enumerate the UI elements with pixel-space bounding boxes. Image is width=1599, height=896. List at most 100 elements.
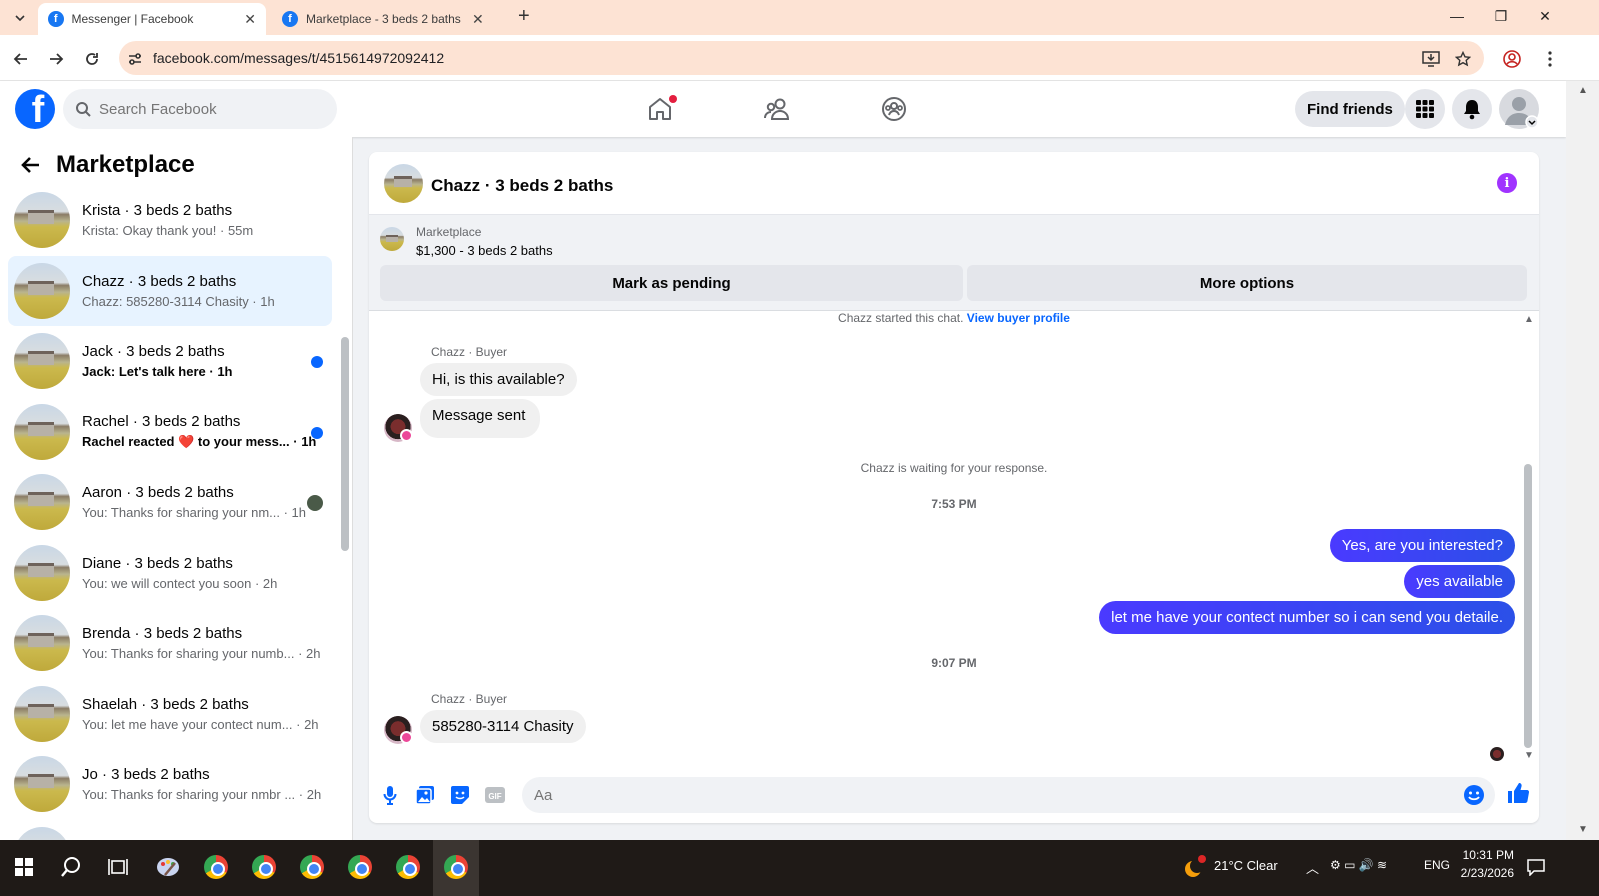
forward-button[interactable] <box>44 47 68 71</box>
listing-banner: Marketplace $1,300 - 3 beds 2 baths Mark… <box>369 215 1539 311</box>
tab-messenger[interactable]: f Messenger | Facebook ✕ <box>38 3 266 35</box>
thumbs-up-icon[interactable] <box>1507 782 1529 804</box>
gif-icon[interactable]: GIF <box>484 784 506 806</box>
nav-home[interactable] <box>640 89 680 129</box>
tray-overflow-icon[interactable]: ︿ <box>1306 858 1319 877</box>
listing-thumbnail <box>14 756 70 813</box>
menu-button[interactable] <box>1405 89 1445 129</box>
groups-icon <box>882 97 906 121</box>
chrome-app-icon[interactable] <box>345 852 375 882</box>
language-indicator[interactable]: ENG <box>1424 858 1450 872</box>
conversation-item[interactable]: Krista · 3 beds 2 baths Krista: Okay than… <box>8 185 332 256</box>
chat-title[interactable]: Chazz · 3 beds 2 baths <box>431 176 613 196</box>
emoji-icon[interactable] <box>1463 784 1485 806</box>
sidebar-scrollbar[interactable] <box>341 337 349 551</box>
scroll-down-arrow-icon[interactable]: ▼ <box>1524 750 1534 761</box>
windows-start-icon[interactable] <box>9 852 39 882</box>
taskbar-search-icon[interactable] <box>56 852 86 882</box>
conversation-name: Jo · 3 beds 2 baths <box>82 766 210 784</box>
close-tab-icon[interactable]: ✕ <box>244 11 256 28</box>
mark-as-pending-button[interactable]: Mark as pending <box>380 265 963 301</box>
task-view-icon[interactable] <box>103 852 133 882</box>
nav-groups[interactable] <box>874 89 914 129</box>
incoming-message[interactable]: Hi, is this available? <box>420 363 577 396</box>
chrome-app-icon[interactable] <box>249 852 279 882</box>
page-scrollbar[interactable]: ▲ ▼ <box>1566 81 1599 840</box>
page-scroll-down-icon[interactable]: ▼ <box>1578 824 1588 835</box>
nav-friends[interactable] <box>757 89 797 129</box>
conversation-item[interactable]: Jack · 3 beds 2 baths Jack: Let's talk he… <box>8 326 332 397</box>
address-bar[interactable]: facebook.com/messages/t/4515614972092412 <box>119 41 1484 75</box>
bookmark-star-icon[interactable] <box>1453 49 1473 69</box>
facebook-logo-icon[interactable]: f <box>15 89 55 129</box>
reload-icon <box>86 53 98 65</box>
chat-listing-thumbnail[interactable] <box>384 164 423 203</box>
clock-date: 2/23/2026 <box>1460 866 1514 880</box>
sender-label: Chazz · Buyer <box>431 692 508 706</box>
scroll-up-arrow-icon[interactable]: ▲ <box>1524 314 1534 325</box>
tray-icons[interactable]: ⚙ ▭ 🔊 ≋ <box>1330 858 1387 872</box>
notifications-button[interactable] <box>1452 89 1492 129</box>
notification-center-icon[interactable] <box>1521 852 1551 882</box>
conversation-item[interactable]: Brenda · 3 beds 2 baths You: Thanks for s… <box>8 608 332 679</box>
outgoing-message[interactable]: let me have your contect number so i can… <box>1099 601 1515 634</box>
weather-text[interactable]: 21°C Clear <box>1214 858 1278 873</box>
conversation-item[interactable]: Aaron · 3 beds 2 baths You: Thanks for sh… <box>8 467 332 538</box>
site-settings-icon[interactable] <box>125 49 145 69</box>
facebook-search[interactable] <box>63 89 337 129</box>
tab-search-dropdown-button[interactable] <box>8 6 32 30</box>
outgoing-message[interactable]: yes available <box>1404 565 1515 598</box>
conversation-item[interactable]: Jo · 3 beds 2 baths You: Thanks for shari… <box>8 749 332 820</box>
conversation-item-partial[interactable] <box>8 820 332 840</box>
new-tab-button[interactable]: + <box>518 5 530 28</box>
conversation-item[interactable]: Shaelah · 3 beds 2 baths You: let me have… <box>8 679 332 750</box>
facebook-favicon-icon: f <box>282 11 298 27</box>
view-buyer-profile-link[interactable]: View buyer profile <box>967 311 1070 325</box>
find-friends-button[interactable]: Find friends <box>1295 91 1405 127</box>
chrome-app-icon[interactable] <box>393 852 423 882</box>
incoming-message[interactable]: Message sent <box>420 399 541 438</box>
listing-price[interactable]: $1,300 - 3 beds 2 baths <box>416 243 553 258</box>
sticker-icon[interactable] <box>449 784 471 806</box>
account-avatar-button[interactable] <box>1499 89 1539 129</box>
conversation-item[interactable]: Chazz · 3 beds 2 baths Chazz: 585280-3114… <box>8 255 332 326</box>
weather-icon[interactable] <box>1180 852 1210 882</box>
paint-app-icon[interactable] <box>153 852 183 882</box>
minimize-button[interactable]: — <box>1435 0 1479 32</box>
waiting-note: Chazz is waiting for your response. <box>860 461 1048 475</box>
conversation-item[interactable]: Rachel · 3 beds 2 baths Rachel reacted ❤️… <box>8 397 332 468</box>
close-window-button[interactable]: ✕ <box>1523 0 1567 32</box>
tab-marketplace[interactable]: f Marketplace - 3 beds 2 baths | F ✕ <box>272 3 502 35</box>
photo-icon[interactable] <box>414 784 436 806</box>
chrome-app-icon-active[interactable] <box>441 852 471 882</box>
chat-scrollbar[interactable] <box>1524 464 1532 748</box>
svg-text:GIF: GIF <box>488 792 501 801</box>
notification-dot <box>669 95 677 103</box>
close-tab-icon[interactable]: ✕ <box>472 11 484 28</box>
arrow-right-icon <box>50 53 64 65</box>
more-options-button[interactable]: More options <box>967 265 1527 301</box>
message-input[interactable] <box>534 786 733 804</box>
conversation-preview: You: Thanks for sharing your nm... · 1h <box>82 505 307 521</box>
conversation-preview: Chazz: 585280-3114 Chasity · 1h <box>82 293 275 309</box>
install-app-icon[interactable] <box>1421 49 1441 69</box>
chrome-app-icon[interactable] <box>297 852 327 882</box>
profile-button[interactable] <box>1500 47 1524 71</box>
taskbar-clock[interactable]: 10:31 PM 2/23/2026 <box>1452 846 1514 882</box>
info-icon[interactable]: i <box>1497 173 1517 193</box>
search-input[interactable] <box>99 100 319 118</box>
arrow-left-icon <box>13 53 27 65</box>
microphone-icon[interactable] <box>379 784 401 806</box>
back-arrow-icon[interactable] <box>20 156 40 174</box>
message-input-box[interactable] <box>522 777 1495 813</box>
chrome-app-icon[interactable] <box>201 852 231 882</box>
conversation-item[interactable]: Diane · 3 beds 2 baths You: we will conte… <box>8 538 332 609</box>
back-button[interactable] <box>9 47 33 71</box>
browser-menu-button[interactable] <box>1538 47 1562 71</box>
outgoing-message[interactable]: Yes, are you interested? <box>1329 529 1515 562</box>
restore-button[interactable]: ❐ <box>1479 0 1523 32</box>
reload-button[interactable] <box>80 47 104 71</box>
page-scroll-up-icon[interactable]: ▲ <box>1578 85 1588 96</box>
conversation-preview: You: we will contect you soon · 2h <box>82 575 278 591</box>
incoming-message[interactable]: 585280-3114 Chasity <box>420 710 586 743</box>
